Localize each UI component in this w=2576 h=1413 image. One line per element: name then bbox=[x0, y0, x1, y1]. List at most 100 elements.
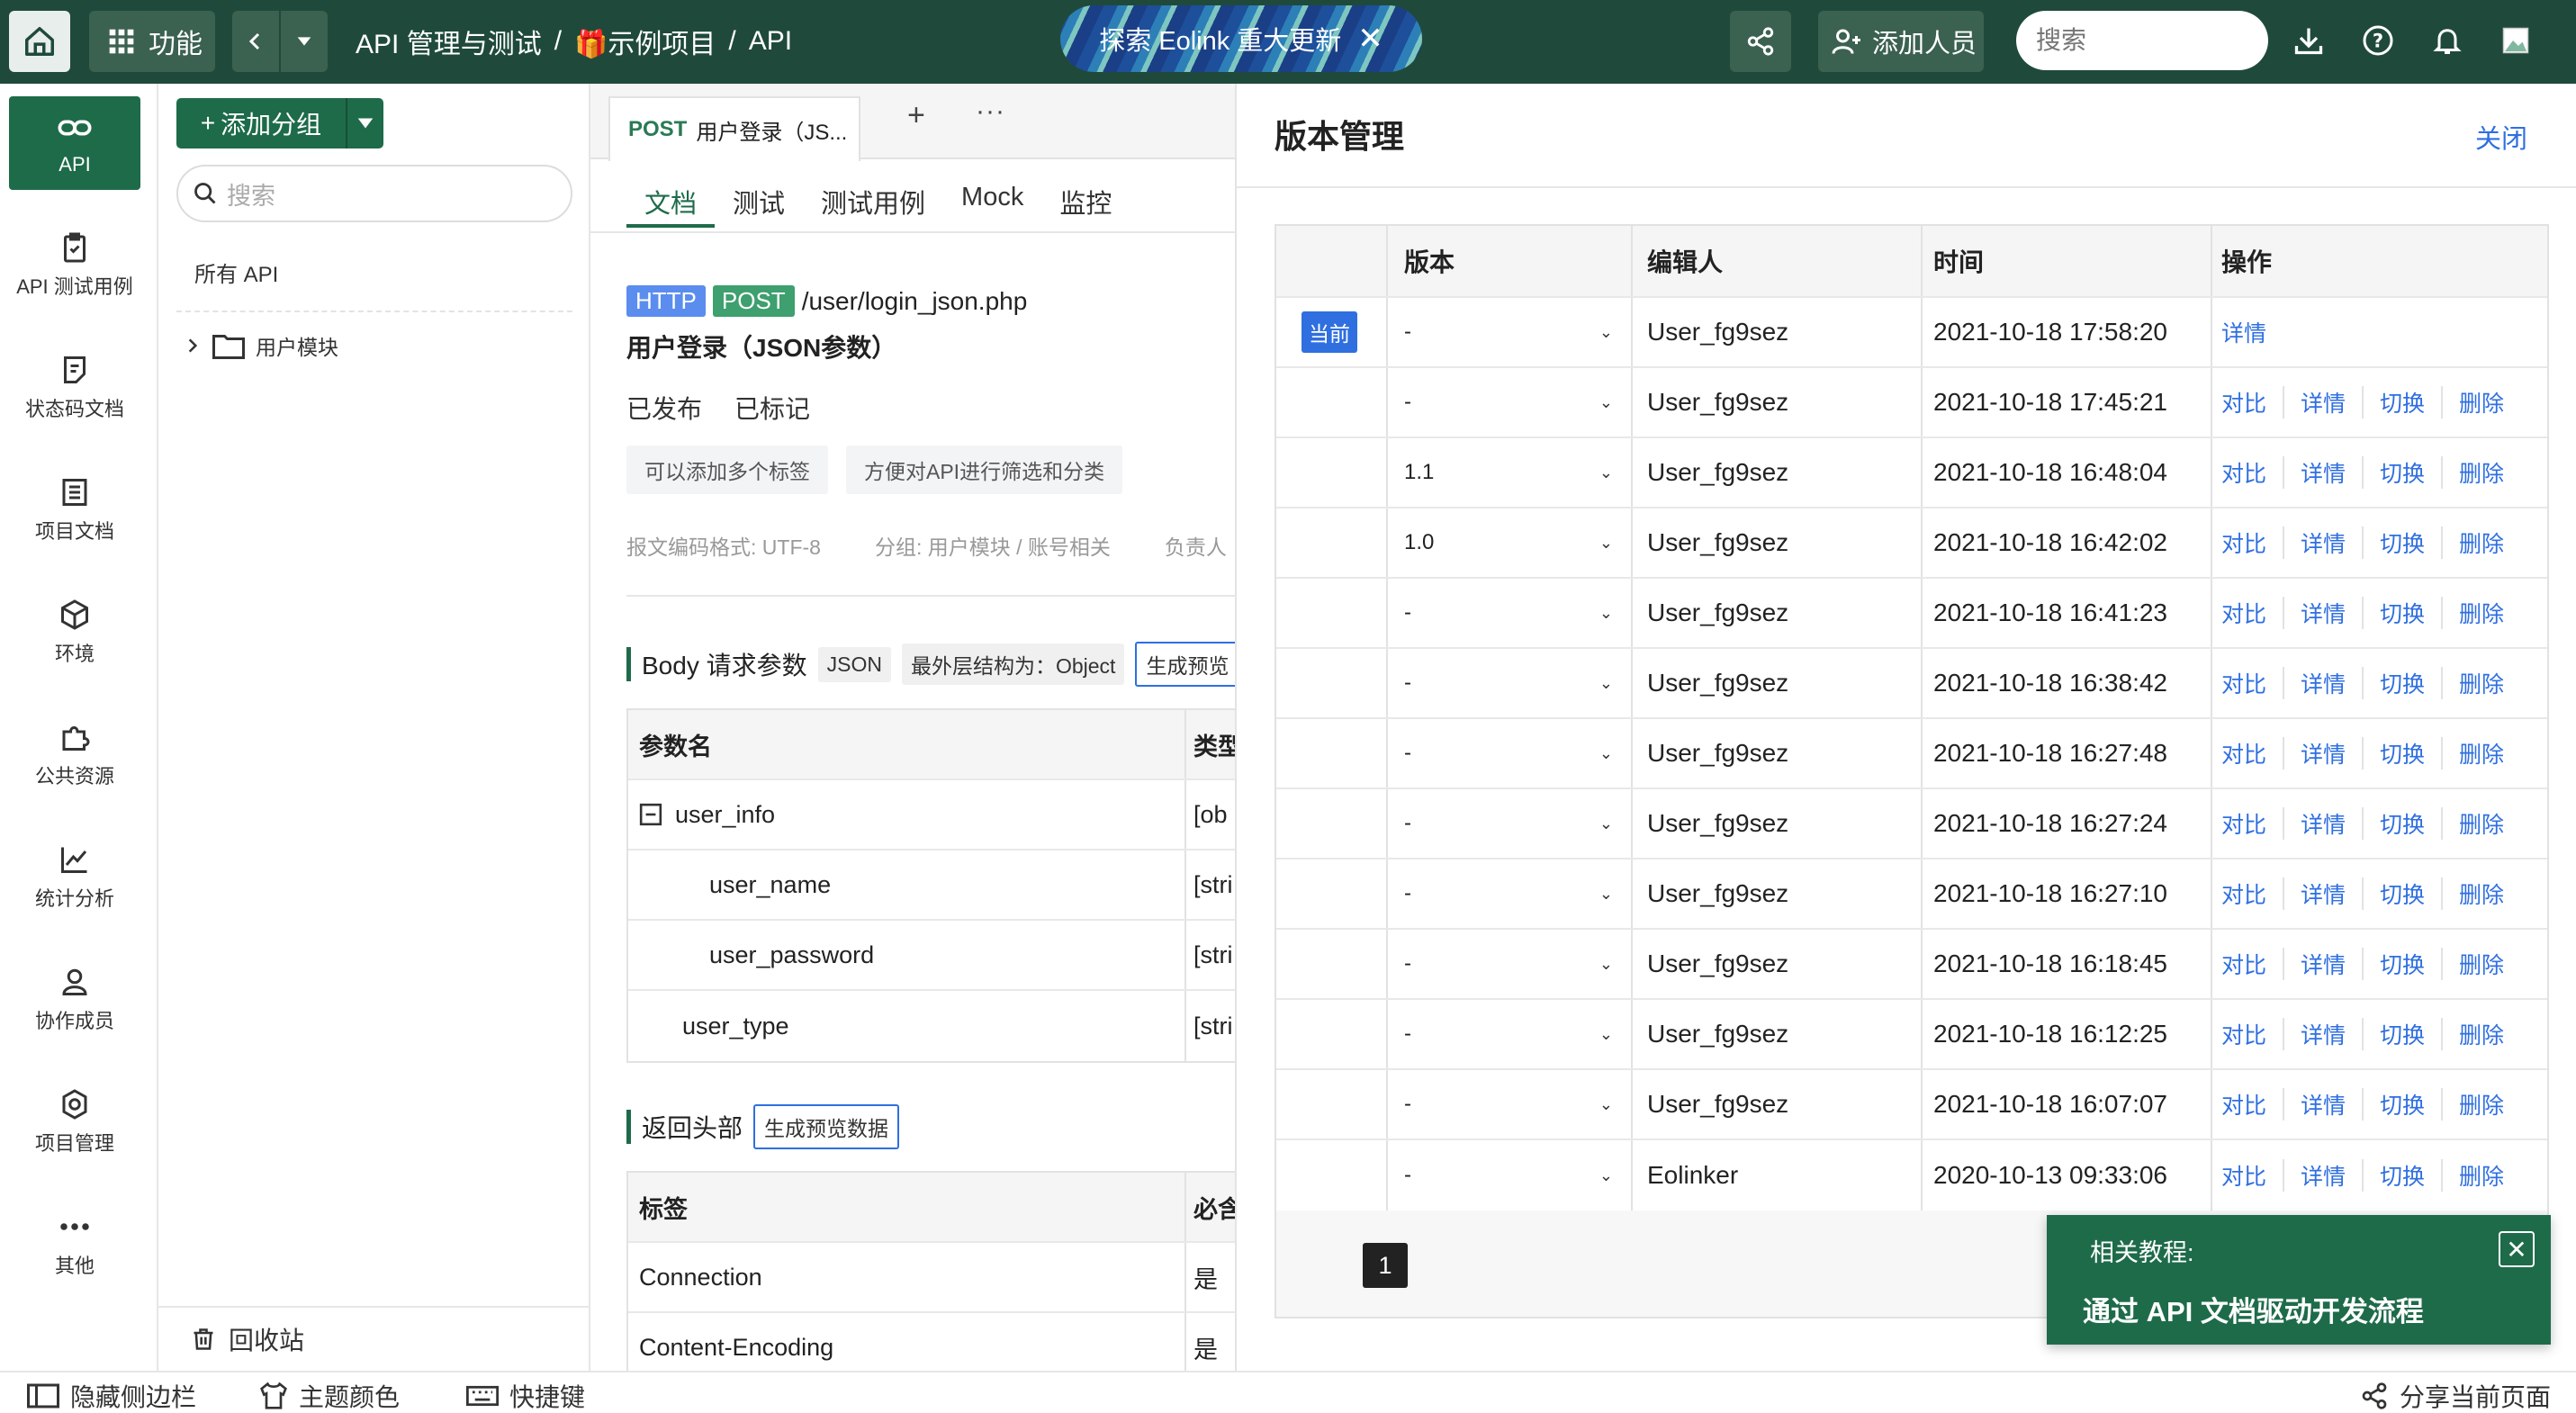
compare-link[interactable]: 对比 bbox=[2221, 386, 2283, 418]
version-select[interactable]: - ⌄ bbox=[1388, 789, 1633, 858]
detail-link[interactable]: 详情 bbox=[2283, 737, 2362, 770]
version-select[interactable]: - ⌄ bbox=[1388, 579, 1633, 647]
rail-item-test-cases[interactable]: API 测试用例 bbox=[9, 219, 140, 312]
detail-link[interactable]: 详情 bbox=[2283, 667, 2362, 699]
delete-link[interactable]: 删除 bbox=[2441, 386, 2520, 418]
tree-node-user-module[interactable]: 用户模块 bbox=[184, 330, 338, 361]
switch-link[interactable]: 切换 bbox=[2362, 667, 2441, 699]
rail-item-project-settings[interactable]: 项目管理 bbox=[9, 1076, 140, 1169]
tree-search-input[interactable]: 搜索 bbox=[176, 165, 572, 222]
delete-link[interactable]: 删除 bbox=[2441, 597, 2520, 629]
add-member-button[interactable]: 添加人员 bbox=[1818, 11, 1984, 72]
rail-item-more[interactable]: 其他 bbox=[9, 1198, 140, 1292]
switch-link[interactable]: 切换 bbox=[2362, 948, 2441, 980]
delete-link[interactable]: 删除 bbox=[2441, 456, 2520, 489]
detail-link[interactable]: 详情 bbox=[2283, 386, 2362, 418]
switch-link[interactable]: 切换 bbox=[2362, 878, 2441, 910]
close-panel-button[interactable]: 关闭 bbox=[2475, 118, 2527, 156]
compare-link[interactable]: 对比 bbox=[2221, 1088, 2283, 1120]
detail-link[interactable]: 详情 bbox=[2283, 597, 2362, 629]
compare-link[interactable]: 对比 bbox=[2221, 737, 2283, 770]
delete-link[interactable]: 删除 bbox=[2441, 1159, 2520, 1192]
rail-item-members[interactable]: 协作成员 bbox=[9, 953, 140, 1047]
delete-link[interactable]: 删除 bbox=[2441, 667, 2520, 699]
subtab-test[interactable]: 测试 bbox=[715, 183, 803, 228]
detail-link[interactable]: 详情 bbox=[2221, 316, 2283, 348]
breadcrumb-project[interactable]: 🎁示例项目 bbox=[574, 22, 716, 61]
version-select[interactable]: - ⌄ bbox=[1388, 930, 1633, 998]
home-button[interactable] bbox=[9, 11, 70, 72]
history-dropdown-button[interactable] bbox=[281, 11, 328, 72]
detail-link[interactable]: 详情 bbox=[2283, 948, 2362, 980]
rail-item-project-docs[interactable]: 项目文档 bbox=[9, 464, 140, 557]
delete-link[interactable]: 删除 bbox=[2441, 526, 2520, 559]
version-select[interactable]: - ⌄ bbox=[1388, 719, 1633, 788]
compare-link[interactable]: 对比 bbox=[2221, 948, 2283, 980]
generate-preview-data-button[interactable]: 生成预览数据 bbox=[753, 1104, 900, 1149]
generate-preview-button[interactable]: 生成预览 bbox=[1135, 642, 1235, 687]
add-group-dropdown[interactable] bbox=[347, 98, 383, 148]
compare-link[interactable]: 对比 bbox=[2221, 526, 2283, 559]
detail-link[interactable]: 详情 bbox=[2283, 1159, 2362, 1192]
switch-link[interactable]: 切换 bbox=[2362, 737, 2441, 770]
page-button[interactable]: 1 bbox=[1363, 1243, 1408, 1288]
notification-button[interactable] bbox=[2425, 18, 2470, 63]
switch-link[interactable]: 切换 bbox=[2362, 526, 2441, 559]
detail-link[interactable]: 详情 bbox=[2283, 456, 2362, 489]
rail-item-environment[interactable]: 环境 bbox=[9, 586, 140, 680]
shortcuts-button[interactable]: 快捷键 bbox=[466, 1378, 585, 1413]
switch-link[interactable]: 切换 bbox=[2362, 807, 2441, 840]
download-button[interactable] bbox=[2286, 18, 2331, 63]
tab-more-button[interactable]: ··· bbox=[976, 96, 1005, 127]
switch-link[interactable]: 切换 bbox=[2362, 1018, 2441, 1050]
version-select[interactable]: - ⌄ bbox=[1388, 1070, 1633, 1138]
hide-sidebar-button[interactable]: 隐藏侧边栏 bbox=[27, 1378, 196, 1413]
delete-link[interactable]: 删除 bbox=[2441, 737, 2520, 770]
compare-link[interactable]: 对比 bbox=[2221, 878, 2283, 910]
close-icon[interactable]: ✕ bbox=[2499, 1231, 2535, 1267]
version-select[interactable]: 1.0 ⌄ bbox=[1388, 508, 1633, 577]
rail-item-api[interactable]: API bbox=[9, 96, 140, 190]
toast-link[interactable]: 通过 API 文档驱动开发流程 bbox=[2083, 1289, 2424, 1329]
promo-banner[interactable]: 探索 Eolink 重大更新 ✕ bbox=[1060, 5, 1422, 72]
compare-link[interactable]: 对比 bbox=[2221, 1159, 2283, 1192]
compare-link[interactable]: 对比 bbox=[2221, 667, 2283, 699]
detail-link[interactable]: 详情 bbox=[2283, 526, 2362, 559]
subtab-mock[interactable]: Mock bbox=[943, 183, 1041, 228]
detail-link[interactable]: 详情 bbox=[2283, 878, 2362, 910]
version-select[interactable]: - ⌄ bbox=[1388, 368, 1633, 436]
add-group-main[interactable]: + 添加分组 bbox=[176, 98, 347, 148]
all-api-item[interactable]: 所有 API bbox=[194, 256, 278, 288]
new-tab-button[interactable]: + bbox=[907, 98, 925, 133]
compare-link[interactable]: 对比 bbox=[2221, 456, 2283, 489]
version-select[interactable]: - ⌄ bbox=[1388, 1140, 1633, 1210]
switch-link[interactable]: 切换 bbox=[2362, 1159, 2441, 1192]
delete-link[interactable]: 删除 bbox=[2441, 948, 2520, 980]
function-menu-button[interactable]: 功能 bbox=[89, 11, 215, 72]
delete-link[interactable]: 删除 bbox=[2441, 1018, 2520, 1050]
version-select[interactable]: - ⌄ bbox=[1388, 860, 1633, 928]
collapse-icon[interactable] bbox=[639, 803, 662, 826]
version-select[interactable]: - ⌄ bbox=[1388, 1000, 1633, 1068]
back-button[interactable] bbox=[232, 11, 281, 72]
tag-chip[interactable]: 可以添加多个标签 bbox=[626, 446, 828, 494]
chevron-right-icon[interactable] bbox=[184, 337, 202, 355]
breadcrumb-root[interactable]: API 管理与测试 bbox=[356, 22, 542, 61]
avatar[interactable] bbox=[2493, 18, 2538, 63]
detail-link[interactable]: 详情 bbox=[2283, 1018, 2362, 1050]
compare-link[interactable]: 对比 bbox=[2221, 807, 2283, 840]
version-select[interactable]: 1.1 ⌄ bbox=[1388, 438, 1633, 507]
subtab-doc[interactable]: 文档 bbox=[626, 183, 716, 228]
version-select[interactable]: - ⌄ bbox=[1388, 298, 1633, 366]
subtab-test-cases[interactable]: 测试用例 bbox=[803, 183, 943, 228]
switch-link[interactable]: 切换 bbox=[2362, 386, 2441, 418]
rail-item-statistics[interactable]: 统计分析 bbox=[9, 831, 140, 924]
rail-item-status-codes[interactable]: 状态码文档 bbox=[9, 341, 140, 435]
promo-close-icon[interactable]: ✕ bbox=[1357, 21, 1383, 57]
recycle-bin[interactable]: 回收站 bbox=[158, 1306, 590, 1371]
delete-link[interactable]: 删除 bbox=[2441, 807, 2520, 840]
version-select[interactable]: - ⌄ bbox=[1388, 649, 1633, 717]
share-page-button[interactable]: 分享当前页面 bbox=[2360, 1378, 2551, 1413]
delete-link[interactable]: 删除 bbox=[2441, 1088, 2520, 1120]
detail-link[interactable]: 详情 bbox=[2283, 807, 2362, 840]
